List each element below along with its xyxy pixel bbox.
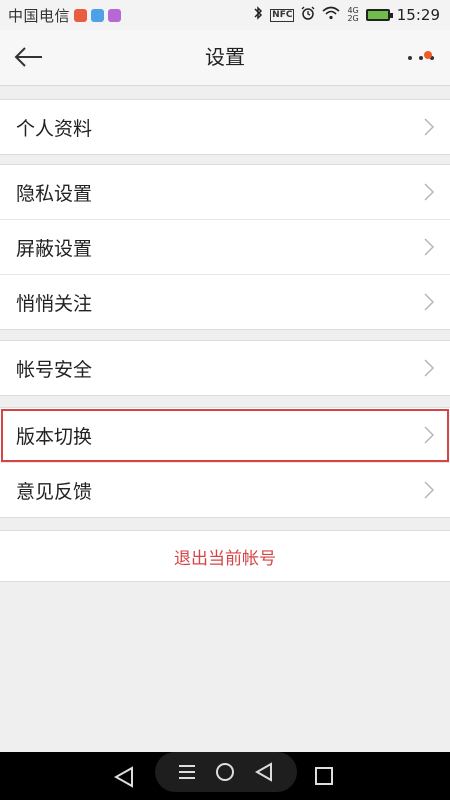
status-bar: 中国电信 NFC 4G 2G 15:29 (0, 0, 450, 30)
settings-group-privacy: 隐私设置 屏蔽设置 悄悄关注 (0, 164, 450, 330)
menu-icon[interactable] (177, 763, 197, 781)
settings-group-profile: 个人资料 (0, 99, 450, 155)
back-triangle-icon[interactable] (114, 766, 134, 788)
mini-app-icon-3 (108, 8, 122, 22)
settings-item-version-switch[interactable]: 版本切换 (0, 408, 450, 463)
settings-item-label: 帐号安全 (16, 358, 93, 381)
settings-item-block[interactable]: 屏蔽设置 (0, 220, 450, 275)
settings-group-misc: 版本切换 意见反馈 (0, 407, 450, 518)
settings-item-label: 个人资料 (16, 117, 93, 140)
settings-item-secret-follow[interactable]: 悄悄关注 (0, 275, 450, 329)
more-button[interactable] (404, 42, 438, 72)
chevron-right-icon (424, 481, 434, 499)
settings-item-profile[interactable]: 个人资料 (0, 100, 450, 154)
network-type-bottom: 2G (347, 14, 359, 23)
notification-badge (424, 51, 432, 59)
system-nav-bar (0, 752, 450, 800)
floating-nav-pill (155, 752, 297, 792)
carrier-name: 中国电信 (8, 6, 71, 25)
settings-screen: 中国电信 NFC 4G 2G 15:29 设置 个人资料 隐私设置 屏蔽设置 悄… (0, 0, 450, 800)
settings-item-account-security[interactable]: 帐号安全 (0, 341, 450, 395)
settings-item-label: 隐私设置 (16, 182, 93, 205)
chevron-right-icon (424, 293, 434, 311)
settings-item-feedback[interactable]: 意见反馈 (0, 463, 450, 517)
back-triangle-icon[interactable] (255, 762, 273, 782)
page-title: 设置 (205, 45, 245, 69)
chevron-right-icon (424, 238, 434, 256)
logout-button[interactable]: 退出当前帐号 (0, 530, 450, 582)
settings-item-label: 悄悄关注 (16, 292, 93, 315)
chevron-right-icon (424, 183, 434, 201)
recents-square-icon[interactable] (314, 766, 334, 786)
settings-item-label: 版本切换 (16, 425, 93, 448)
mini-app-icon-1 (74, 8, 88, 22)
home-circle-icon[interactable] (215, 762, 235, 782)
mini-app-icon-2 (91, 8, 105, 22)
wifi-icon (322, 6, 340, 24)
alarm-icon (301, 6, 315, 24)
app-header: 设置 (0, 30, 450, 86)
chevron-right-icon (424, 118, 434, 136)
settings-group-account: 帐号安全 (0, 340, 450, 396)
settings-item-label: 意见反馈 (16, 480, 93, 503)
logout-label: 退出当前帐号 (174, 548, 276, 569)
battery-icon (365, 9, 393, 21)
chevron-right-icon (424, 426, 434, 444)
nfc-icon: NFC (270, 8, 295, 22)
bluetooth-icon (253, 6, 263, 24)
signal-icon: 4G 2G (347, 7, 358, 23)
chevron-right-icon (424, 359, 434, 377)
status-icons: NFC 4G 2G 15:29 (253, 0, 440, 30)
more-dots-icon (408, 56, 434, 60)
clock: 15:29 (396, 6, 440, 24)
settings-item-label: 屏蔽设置 (16, 237, 93, 260)
settings-item-privacy[interactable]: 隐私设置 (0, 165, 450, 220)
